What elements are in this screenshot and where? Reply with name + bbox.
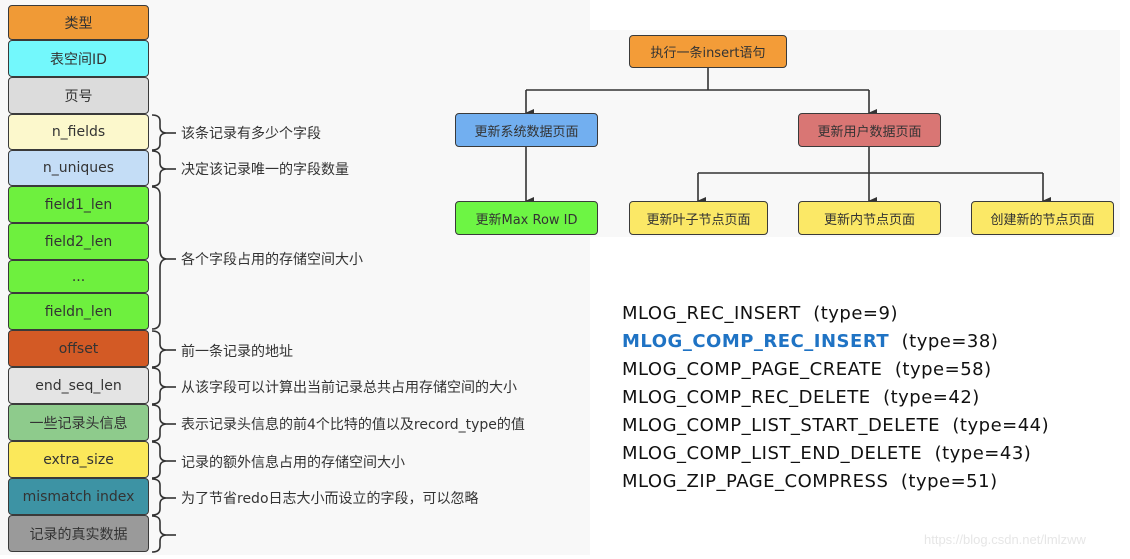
node-update-system-page: 更新系统数据页面 <box>455 113 598 147</box>
mlog-item: MLOG_COMP_PAGE_CREATE (type=58) <box>622 359 992 380</box>
node-create-new-page: 创建新的节点页面 <box>971 201 1114 235</box>
mlog-item: MLOG_ZIP_PAGE_COMPRESS (type=51) <box>622 471 998 492</box>
node-update-inner-page: 更新内节点页面 <box>798 201 941 235</box>
brace-n-fields <box>151 114 168 151</box>
field-n-fields: n_fields <box>8 114 149 150</box>
note-mismatch-index: 为了节省redo日志大小而设立的字段，可以忽略 <box>181 491 479 507</box>
field-ellipsis: ... <box>8 260 149 293</box>
note-header-info: 表示记录头信息的前4个比特的值以及record_type的值 <box>181 417 525 433</box>
note-n-fields: 该条记录有多少个字段 <box>181 126 321 142</box>
note-n-uniques: 决定该记录唯一的字段数量 <box>181 162 349 178</box>
brace-extra-size <box>151 441 168 479</box>
brace-offset <box>151 330 168 368</box>
watermark: https://blog.csdn.net/lmlzww <box>924 532 1086 547</box>
mlog-item: MLOG_COMP_REC_DELETE (type=42) <box>622 387 980 408</box>
node-update-max-row-id: 更新Max Row ID <box>455 201 598 235</box>
field-field1-len: field1_len <box>8 186 149 223</box>
note-end-seq-len: 从该字段可以计算出当前记录总共占用存储空间的大小 <box>181 380 517 396</box>
node-execute-insert: 执行一条insert语句 <box>629 35 787 68</box>
field-fieldn-len: fieldn_len <box>8 293 149 330</box>
field-n-uniques: n_uniques <box>8 150 149 186</box>
mlog-item: MLOG_COMP_LIST_START_DELETE (type=44) <box>622 415 1050 436</box>
note-field-lens: 各个字段占用的存储空间大小 <box>181 252 363 268</box>
mlog-item: MLOG_COMP_LIST_END_DELETE (type=43) <box>622 443 1032 464</box>
brace-real-data <box>151 515 168 553</box>
field-extra-size: extra_size <box>8 441 149 478</box>
brace-n-uniques <box>151 150 168 187</box>
braces <box>151 114 176 553</box>
field-type: 类型 <box>8 5 149 40</box>
mlog-type-list: MLOG_REC_INSERT (type=9) MLOG_COMP_REC_I… <box>622 300 1049 496</box>
brace-field-lens <box>151 186 168 330</box>
mlog-item-highlighted: MLOG_COMP_REC_INSERT (type=38) <box>622 331 999 352</box>
field-offset: offset <box>8 330 149 367</box>
field-end-seq-len: end_seq_len <box>8 367 149 404</box>
field-page-no: 页号 <box>8 77 149 114</box>
note-extra-size: 记录的额外信息占用的存储空间大小 <box>181 455 405 471</box>
node-update-user-page: 更新用户数据页面 <box>798 113 941 147</box>
brace-mismatch-index <box>151 478 168 516</box>
field-mismatch-index: mismatch index <box>8 478 149 515</box>
field-field2-len: field2_len <box>8 223 149 260</box>
brace-header-info <box>151 404 168 442</box>
field-real-data: 记录的真实数据 <box>8 515 149 552</box>
note-offset: 前一条记录的地址 <box>181 344 293 360</box>
field-space-id: 表空间ID <box>8 40 149 77</box>
field-header-info: 一些记录头信息 <box>8 404 149 441</box>
mlog-item: MLOG_REC_INSERT (type=9) <box>622 303 898 324</box>
brace-end-seq-len <box>151 367 168 405</box>
node-update-leaf-page: 更新叶子节点页面 <box>629 201 768 235</box>
